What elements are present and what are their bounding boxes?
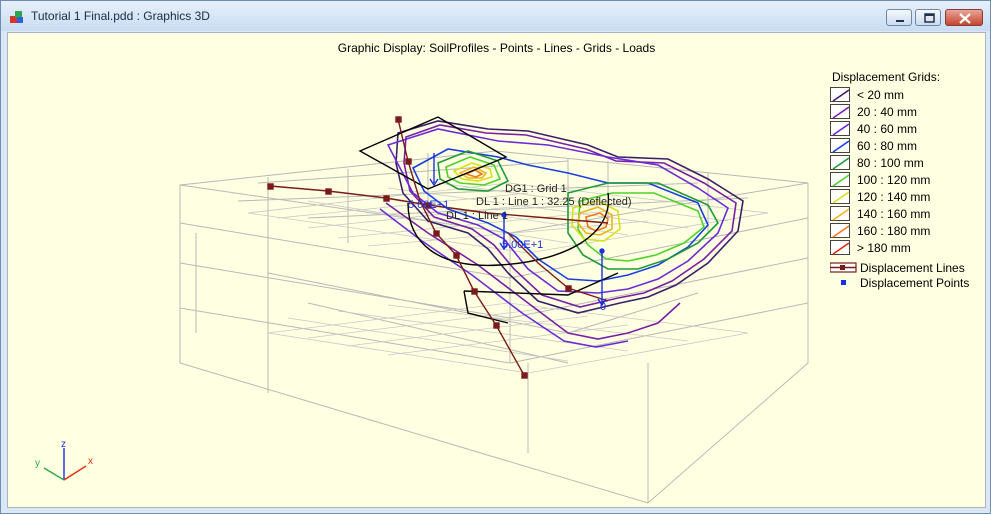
legend-title: Displacement Grids: [832, 70, 941, 84]
window-title: Tutorial 1 Final.pdd : Graphics 3D [31, 9, 210, 23]
legend-item-label: 160 : 180 mm [857, 224, 931, 238]
legend-swatch [830, 189, 850, 204]
legend-item-label: 40 : 60 mm [857, 122, 918, 136]
legend-item: 80 : 100 mm [830, 155, 980, 172]
close-icon [959, 13, 971, 24]
legend-item-label: 60 : 80 mm [857, 139, 918, 153]
displacement-line-swatch [830, 262, 857, 273]
legend-swatch [830, 206, 850, 221]
y-axis-label: y [35, 458, 40, 469]
legend-swatch [830, 240, 850, 255]
grid-label: DG1 : Grid 1 [505, 183, 567, 195]
legend-item-label: 140 : 160 mm [857, 207, 931, 221]
displacement-point-swatch [841, 280, 846, 285]
legend-swatch [830, 155, 850, 170]
legend-points-entry: Displacement Points [830, 276, 985, 290]
line-label: DL 1 : Line 1 [446, 210, 508, 222]
legend-item-label: 80 : 100 mm [857, 156, 924, 170]
legend-item: 60 : 80 mm [830, 138, 980, 155]
legend-points-label: Displacement Points [860, 276, 970, 290]
point-value-a: 5.00E+1 [408, 199, 450, 211]
maximize-button[interactable] [915, 9, 941, 26]
app-window: Tutorial 1 Final.pdd : Graphics 3D Graph… [0, 0, 991, 514]
legend-swatch [830, 172, 850, 187]
legend-item-label: > 180 mm [857, 241, 911, 255]
legend-lines-entry: Displacement Lines [830, 261, 985, 275]
x-axis-label: x [88, 456, 93, 467]
legend-lines-label: Displacement Lines [860, 261, 965, 275]
legend-item: 120 : 140 mm [830, 189, 980, 206]
graphics-3d-viewport[interactable]: Graphic Display: SoilProfiles - Points -… [7, 32, 986, 508]
legend-item-label: < 20 mm [857, 88, 905, 102]
axis-triad: z x y [35, 439, 93, 481]
legend-item: 100 : 120 mm [830, 172, 980, 189]
legend-item: 40 : 60 mm [830, 121, 980, 138]
legend-swatch [830, 121, 850, 136]
legend-swatch [830, 87, 850, 102]
restore-icon [924, 13, 935, 23]
legend-swatch [830, 223, 850, 238]
legend-item-label: 100 : 120 mm [857, 173, 931, 187]
legend-item: < 20 mm [830, 87, 980, 104]
legend-item: 140 : 160 mm [830, 206, 980, 223]
legend-item-label: 20 : 40 mm [857, 105, 918, 119]
legend-item: > 180 mm [830, 240, 980, 257]
title-bar[interactable]: Tutorial 1 Final.pdd : Graphics 3D [1, 1, 990, 31]
deflected-line-label: DL 1 : Line 1 : 32.25 (Deflected) [476, 196, 632, 208]
displacement-lines [267, 116, 609, 379]
point-value-b: 5.00E+1 [502, 239, 544, 251]
legend-item: 160 : 180 mm [830, 223, 980, 240]
legend-item-label: 120 : 140 mm [857, 190, 931, 204]
legend-swatch [830, 138, 850, 153]
app-icon [10, 11, 23, 23]
minimize-button[interactable] [886, 9, 912, 26]
legend-item: 20 : 40 mm [830, 104, 980, 121]
close-button[interactable] [945, 9, 983, 26]
minimize-icon [896, 20, 904, 22]
point-value-zero: 0 [600, 301, 607, 313]
z-axis-label: z [61, 439, 66, 450]
legend-swatch [830, 104, 850, 119]
